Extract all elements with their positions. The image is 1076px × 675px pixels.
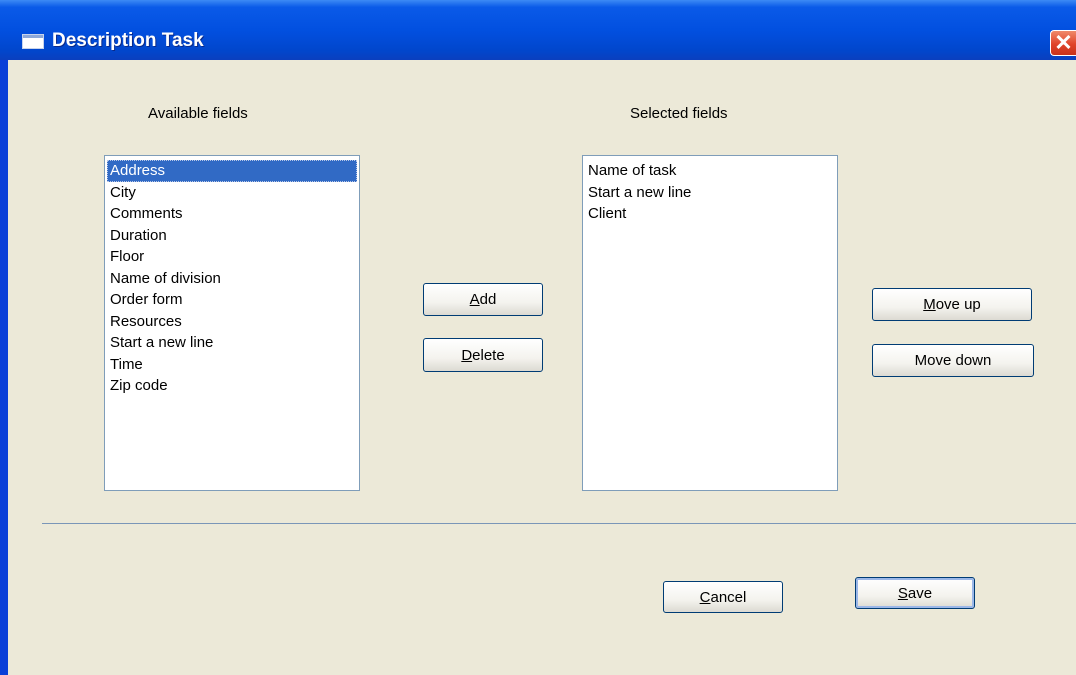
list-item[interactable]: Name of division — [107, 268, 357, 290]
list-item[interactable]: Start a new line — [585, 182, 835, 204]
move-up-button[interactable]: Move up — [872, 288, 1032, 321]
delete-button[interactable]: Delete — [423, 338, 543, 372]
list-item[interactable]: Order form — [107, 289, 357, 311]
selected-fields-list[interactable]: Name of task Start a new line Client — [582, 155, 838, 491]
move-down-button[interactable]: Move down — [872, 344, 1034, 377]
list-item[interactable]: Comments — [107, 203, 357, 225]
available-fields-list[interactable]: Address City Comments Duration Floor Name of … — [104, 155, 360, 491]
list-item[interactable]: Zip code — [107, 375, 357, 397]
add-button[interactable]: Add — [423, 283, 543, 316]
selected-fields-label: Selected fields — [630, 105, 728, 122]
list-item[interactable]: Floor — [107, 246, 357, 268]
list-item[interactable]: Duration — [107, 225, 357, 247]
list-item[interactable]: Name of task — [585, 160, 835, 182]
dialog-window: Description Task ✕ Available fields Sele… — [0, 0, 1076, 675]
close-button[interactable]: ✕ — [1050, 30, 1076, 56]
window-icon — [22, 34, 44, 49]
list-item[interactable]: Client — [585, 203, 835, 225]
list-item[interactable]: Start a new line — [107, 332, 357, 354]
cancel-button[interactable]: Cancel — [663, 581, 783, 613]
window-title: Description Task — [52, 30, 204, 51]
available-fields-label: Available fields — [148, 105, 248, 122]
list-item[interactable]: Resources — [107, 311, 357, 333]
list-item[interactable]: Time — [107, 354, 357, 376]
list-item[interactable]: City — [107, 182, 357, 204]
divider — [42, 523, 1076, 524]
title-bar[interactable]: Description Task ✕ — [0, 0, 1076, 60]
close-icon: ✕ — [1054, 30, 1073, 55]
save-button[interactable]: Save — [855, 577, 975, 609]
list-item[interactable]: Address — [107, 160, 357, 182]
